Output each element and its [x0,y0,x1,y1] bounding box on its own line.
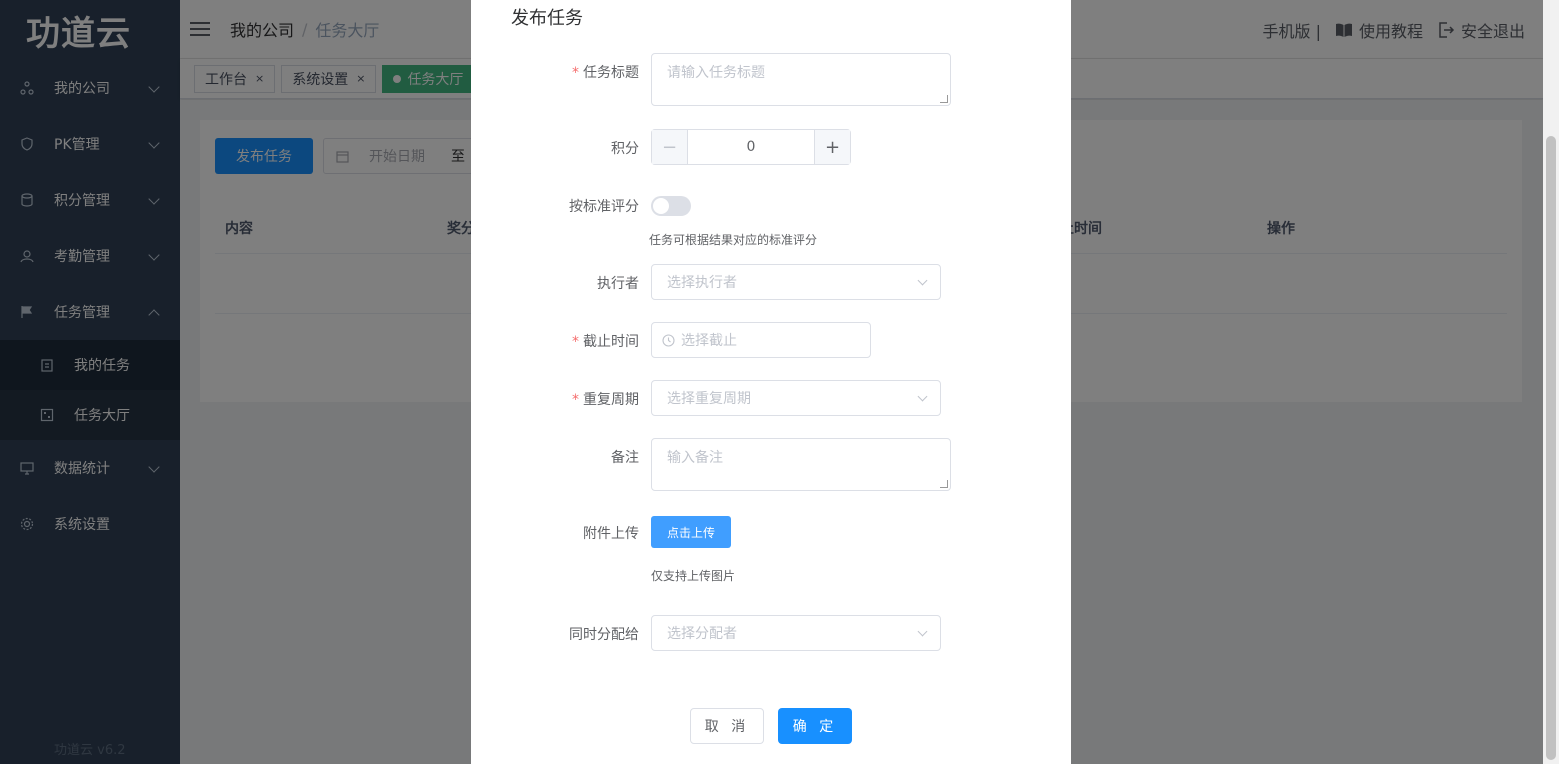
resize-handle-icon[interactable] [940,480,948,488]
task-title-label: * 任务标题 [499,62,639,82]
chevron-down-icon [917,275,928,286]
increment-button[interactable]: + [814,130,850,164]
confirm-button[interactable]: 确 定 [778,708,852,744]
decrement-button[interactable]: − [652,130,688,164]
standard-score-label: 按标准评分 [569,199,639,215]
task-title-placeholder: 请输入任务标题 [667,65,765,81]
remark-label: 备注 [611,450,639,466]
deadline-label: * 截止时间 [499,331,639,351]
deadline-placeholder: 选择截止 [681,333,737,349]
upload-button[interactable]: 点击上传 [651,516,731,548]
assign-select[interactable]: 选择分配者 [651,615,941,651]
task-title-input[interactable]: 请输入任务标题 [651,53,951,106]
assign-label: 同时分配给 [569,627,639,643]
attachment-label: 附件上传 [583,526,639,542]
label-text: 截止时间 [583,334,639,350]
upload-hint: 仅支持上传图片 [651,569,736,583]
publish-task-dialog: 发布任务 * 任务标题 请输入任务标题 积分 − 0 + 按标准评分 任务可根据结… [471,0,1071,764]
executor-select[interactable]: 选择执行者 [651,264,941,300]
required-mark: * [572,392,579,408]
page-scrollbar[interactable] [1543,0,1559,764]
points-label: 积分 [611,141,639,157]
required-mark: * [572,334,579,350]
remark-input[interactable]: 输入备注 [651,438,951,491]
points-stepper[interactable]: − 0 + [651,129,851,165]
assign-placeholder: 选择分配者 [667,626,737,642]
executor-placeholder: 选择执行者 [667,275,737,291]
repeat-label: * 重复周期 [499,389,639,409]
points-value[interactable]: 0 [688,130,814,164]
required-mark: * [572,65,579,81]
label-text: 任务标题 [583,65,639,81]
scrollbar-thumb[interactable] [1546,136,1556,760]
standard-score-hint: 任务可根据结果对应的标准评分 [649,233,818,247]
cancel-button[interactable]: 取 消 [690,708,764,744]
deadline-picker[interactable]: 选择截止 [651,322,871,358]
dialog-title: 发布任务 [511,8,583,29]
resize-handle-icon[interactable] [940,95,948,103]
repeat-placeholder: 选择重复周期 [667,391,751,407]
standard-score-toggle[interactable] [651,196,691,216]
chevron-down-icon [917,391,928,402]
toggle-knob [653,198,669,214]
chevron-down-icon [917,626,928,637]
repeat-select[interactable]: 选择重复周期 [651,380,941,416]
remark-placeholder: 输入备注 [667,450,723,466]
executor-label: 执行者 [597,276,639,292]
clock-icon [662,333,675,347]
label-text: 重复周期 [583,392,639,408]
